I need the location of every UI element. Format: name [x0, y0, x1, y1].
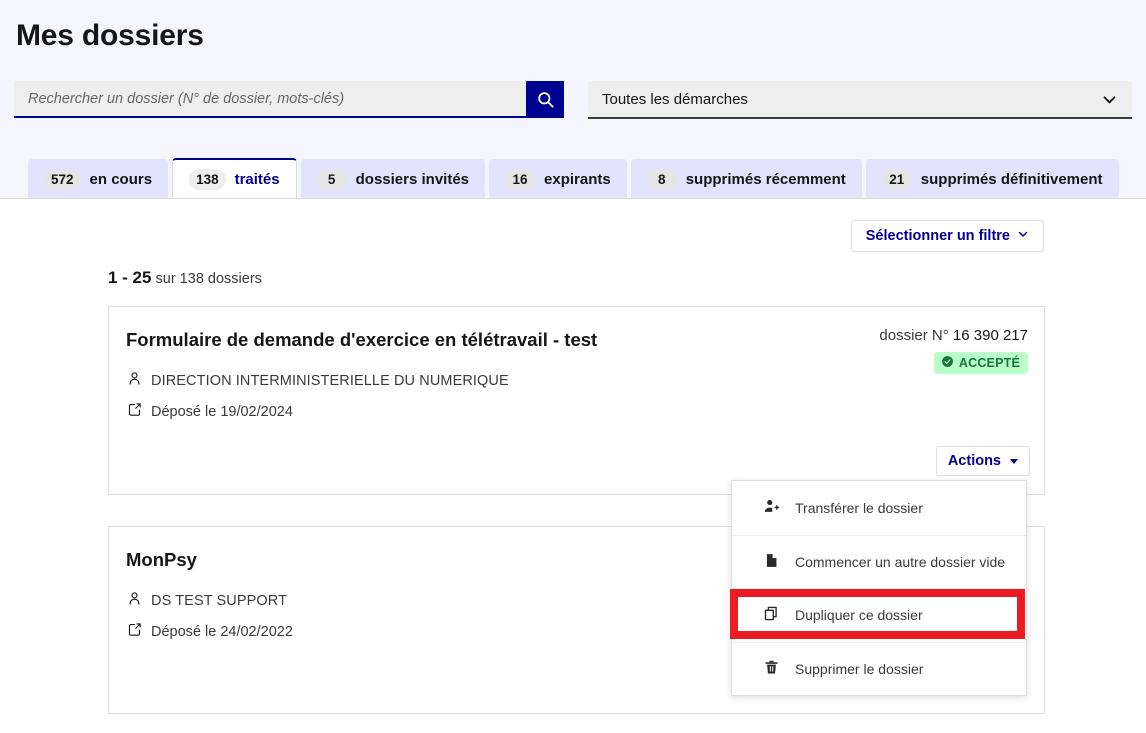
procedure-select-value: Toutes les démarches	[602, 90, 748, 108]
dossier-date: Déposé le 19/02/2024	[127, 402, 293, 421]
copy-icon	[763, 605, 780, 625]
tab-count: 138	[189, 169, 226, 190]
actions-dropdown-menu: Transférer le dossier Commencer un autre…	[731, 480, 1027, 696]
dossier-card[interactable]: Formulaire de demande d'exercice en télé…	[108, 306, 1045, 495]
results-range: 1 - 25	[108, 268, 152, 287]
menu-item-transferer[interactable]: Transférer le dossier	[732, 481, 1026, 535]
dossier-organisation: DIRECTION INTERMINISTERIELLE DU NUMERIQU…	[127, 371, 509, 390]
page-header: Mes dossiers Toutes les démarches 572 en…	[0, 0, 1146, 199]
menu-item-commencer-dossier-vide[interactable]: Commencer un autre dossier vide	[732, 534, 1026, 588]
filter-button-label: Sélectionner un filtre	[865, 228, 1010, 244]
tab-count: 21	[881, 168, 912, 190]
menu-item-dupliquer[interactable]: Dupliquer ce dossier	[732, 588, 1026, 642]
person-add-icon	[763, 498, 780, 518]
procedure-select[interactable]: Toutes les démarches	[588, 81, 1132, 119]
tab-dossiers-invites[interactable]: 5 dossiers invités	[300, 159, 486, 199]
tab-count: 16	[505, 168, 536, 190]
search-icon	[536, 90, 555, 109]
dossier-date-label: Déposé le 24/02/2022	[151, 623, 293, 640]
tab-label: dossiers invités	[355, 170, 470, 188]
tab-supprimes-recemment[interactable]: 8 supprimés récemment	[630, 159, 862, 199]
status-badge: ACCEPTÉ	[933, 352, 1028, 374]
menu-item-supprimer[interactable]: Supprimer le dossier	[732, 641, 1026, 695]
dossier-date: Déposé le 24/02/2022	[127, 622, 293, 641]
dossier-reference: dossier N° 16 390 217 ACCEPTÉ	[879, 327, 1028, 374]
menu-item-label: Transférer le dossier	[795, 499, 923, 516]
dossier-number-line: dossier N° 16 390 217	[879, 327, 1028, 344]
caret-down-icon	[1010, 458, 1018, 464]
user-icon	[127, 591, 142, 610]
tab-label: en cours	[89, 170, 153, 188]
tab-en-cours[interactable]: 572 en cours	[28, 159, 169, 199]
chevron-down-icon	[1101, 91, 1118, 108]
dossier-organisation: DS TEST SUPPORT	[127, 591, 287, 610]
tab-label: supprimés définitivement	[920, 170, 1103, 188]
menu-item-label: Dupliquer ce dossier	[795, 607, 923, 624]
edit-square-icon	[127, 622, 142, 641]
file-icon	[763, 552, 780, 572]
dossier-organisation-label: DS TEST SUPPORT	[151, 592, 288, 609]
actions-button[interactable]: Actions	[935, 446, 1030, 476]
tab-label: expirants	[544, 170, 611, 188]
search-button[interactable]	[526, 81, 564, 118]
dossier-date-label: Déposé le 19/02/2024	[151, 403, 293, 420]
menu-item-label: Commencer un autre dossier vide	[795, 553, 1006, 570]
select-filter-button[interactable]: Sélectionner un filtre	[850, 220, 1044, 252]
dossier-title: Formulaire de demande d'exercice en télé…	[126, 329, 598, 350]
page-title: Mes dossiers	[16, 19, 204, 52]
user-icon	[127, 371, 142, 390]
tab-expirants[interactable]: 16 expirants	[489, 159, 627, 199]
status-tabs: 572 en cours 138 traités 5 dossiers invi…	[28, 158, 1119, 199]
chevron-down-icon	[1017, 228, 1029, 244]
menu-item-label: Supprimer le dossier	[795, 660, 924, 677]
search-input[interactable]	[14, 81, 526, 118]
tab-count: 8	[646, 168, 677, 190]
check-circle-icon	[941, 355, 954, 371]
tab-label: supprimés récemment	[685, 170, 846, 188]
dossier-title: MonPsy	[126, 549, 197, 570]
tab-count: 5	[316, 168, 347, 190]
edit-square-icon	[127, 402, 142, 421]
tab-count: 572	[44, 168, 81, 190]
status-badge-label: ACCEPTÉ	[958, 356, 1020, 370]
dossier-number-label: dossier N°	[879, 327, 949, 344]
tab-supprimes-definitivement[interactable]: 21 supprimés définitivement	[865, 159, 1119, 199]
search-bar	[14, 81, 564, 118]
actions-button-label: Actions	[947, 453, 1001, 469]
tab-traites[interactable]: 138 traités	[172, 158, 297, 199]
dossier-organisation-label: DIRECTION INTERMINISTERIELLE DU NUMERIQU…	[151, 372, 509, 389]
trash-icon	[763, 659, 780, 679]
results-suffix: sur 138 dossiers	[155, 271, 262, 287]
results-count: 1 - 25 sur 138 dossiers	[108, 268, 262, 288]
tab-label: traités	[234, 171, 280, 188]
dossier-number-value: 16 390 217	[952, 327, 1028, 344]
